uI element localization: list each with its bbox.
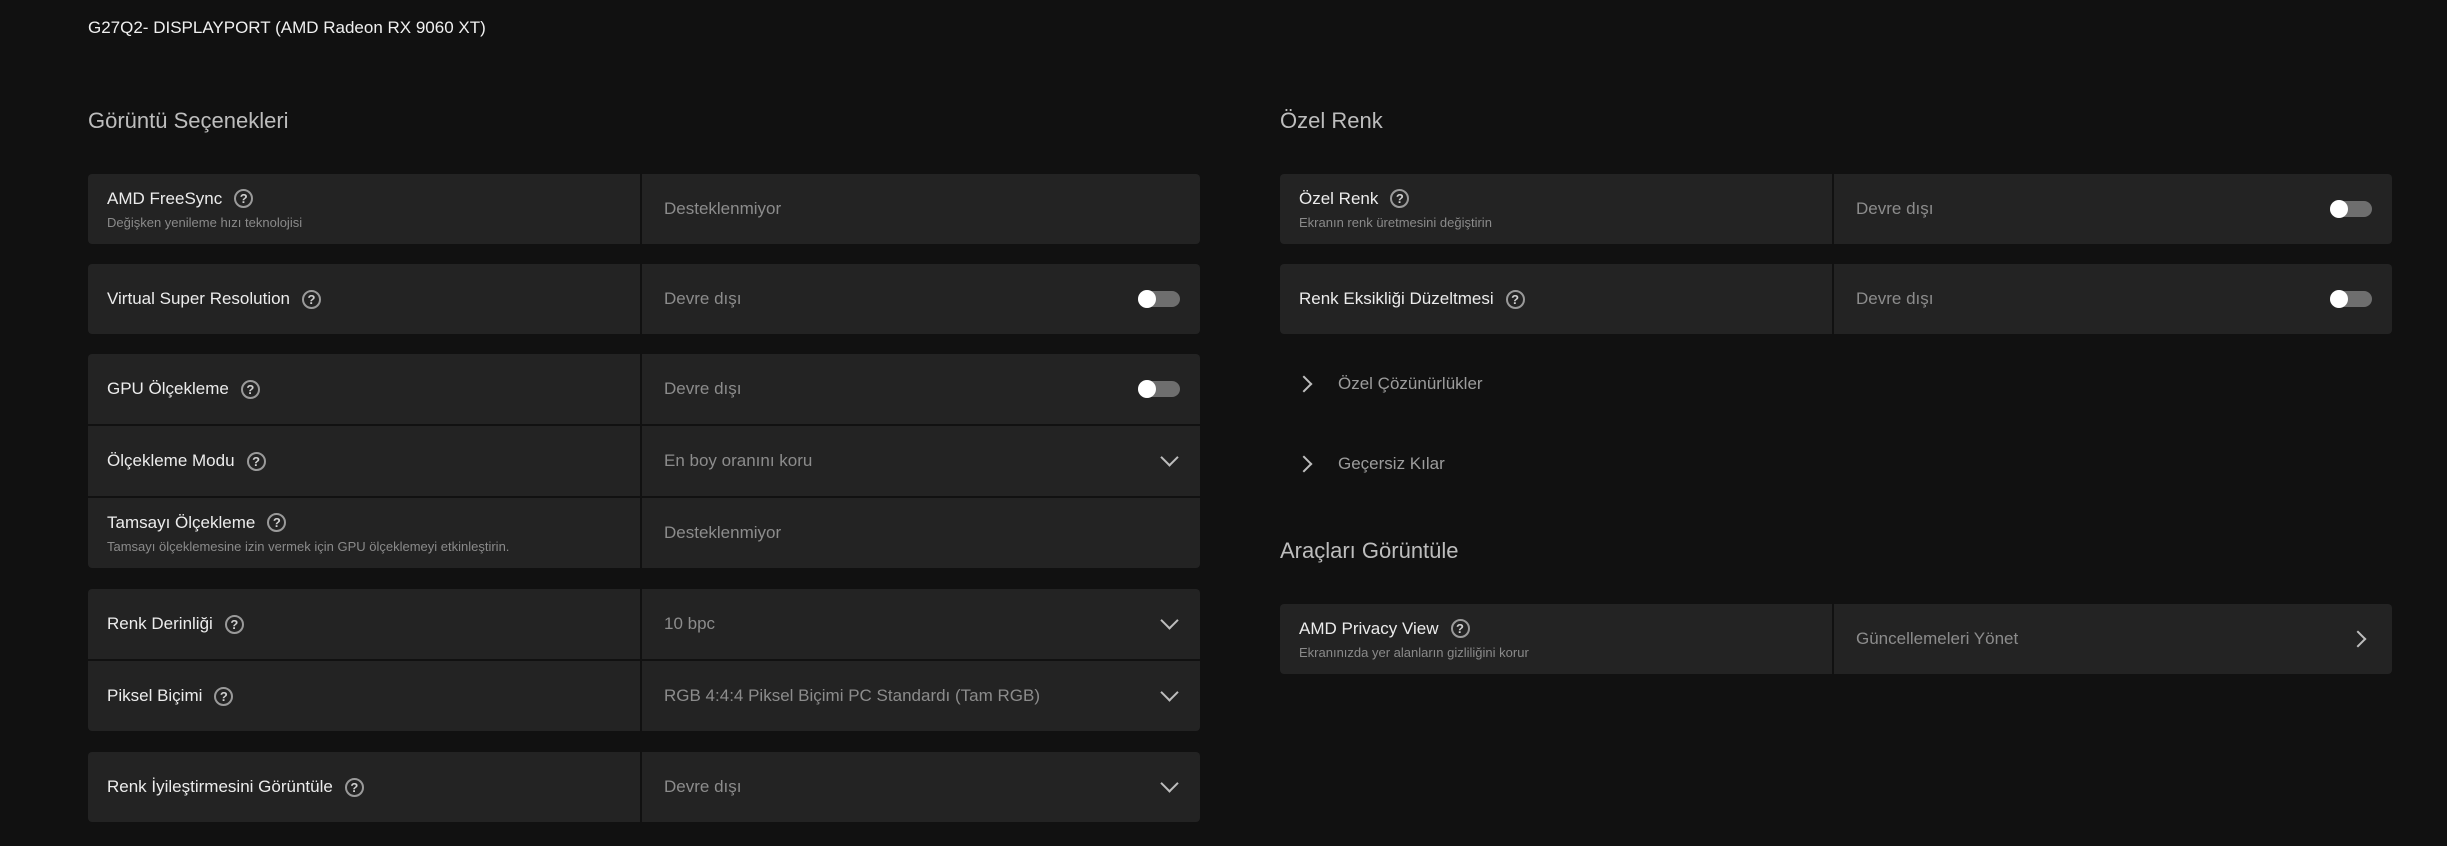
freesync-label: AMD FreeSync <box>107 188 223 208</box>
chevron-right-icon <box>1295 375 1313 393</box>
custom-color-label: Özel Renk <box>1299 188 1379 208</box>
scaling-mode-dropdown[interactable]: En boy oranını koru <box>642 426 1200 496</box>
scaling-mode-label: Ölçekleme Modu <box>107 451 235 470</box>
integer-scaling-description: Tamsayı ölçeklemesine izin vermek için G… <box>107 538 510 554</box>
pixel-format-label: Piksel Biçimi <box>107 686 203 705</box>
custom-color-description: Ekranın renk üretmesini değiştirin <box>1299 214 1492 230</box>
privacy-view-value: Güncellemeleri Yönet <box>1856 629 2019 648</box>
pixel-format-value: RGB 4:4:4 Piksel Biçimi PC Standardı (Ta… <box>664 686 1041 705</box>
color-deficiency-value: Devre dışı <box>1856 289 1934 308</box>
vsr-group: Virtual Super Resolution? Devre dışı <box>88 264 1200 334</box>
pixel-format-row: Piksel Biçimi? RGB 4:4:4 Piksel Biçimi P… <box>88 661 1200 731</box>
chevron-down-icon <box>1160 448 1179 467</box>
gpu-scaling-row: GPU Ölçekleme? Devre dışı <box>88 354 1200 424</box>
integer-scaling-label: Tamsayı Ölçekleme <box>107 512 256 532</box>
question-circle-icon[interactable]: ? <box>302 289 322 309</box>
custom-resolutions-label: Özel Çözünürlükler <box>1338 374 1483 393</box>
color-deficiency-group: Renk Eksikliği Düzeltmesi? Devre dışı <box>1280 264 2392 334</box>
color-depth-label: Renk Derinliği <box>107 614 213 633</box>
color-deficiency-row: Renk Eksikliği Düzeltmesi? Devre dışı <box>1280 264 2392 334</box>
scaling-mode-value: En boy oranını koru <box>664 451 813 470</box>
privacy-view-label: AMD Privacy View <box>1299 618 1439 638</box>
chevron-down-icon <box>1160 611 1179 630</box>
color-format-group: Renk Derinliği? 10 bpc Piksel Biçimi? RG… <box>88 589 1200 731</box>
vsr-label: Virtual Super Resolution <box>107 289 291 308</box>
device-title: G27Q2- DISPLAYPORT (AMD Radeon RX 9060 X… <box>88 18 486 37</box>
privacy-view-description: Ekranınızda yer alanların gizliliğini ko… <box>1299 644 1529 660</box>
scaling-group: GPU Ölçekleme? Devre dışı Ölçekleme Modu… <box>88 354 1200 568</box>
question-circle-icon[interactable]: ? <box>1505 289 1525 309</box>
custom-color-group: Özel Renk? Ekranın renk üretmesini değiş… <box>1280 174 2392 244</box>
freesync-group: AMD FreeSync? Değişken yenileme hızı tek… <box>88 174 1200 244</box>
freesync-value: Desteklenmiyor <box>664 199 782 218</box>
color-enhance-group: Renk İyileştirmesini Görüntüle? Devre dı… <box>88 752 1200 822</box>
question-circle-icon[interactable]: ? <box>267 513 287 532</box>
chevron-down-icon <box>1160 774 1179 793</box>
overrides-expander[interactable]: Geçersiz Kılar <box>1280 452 1445 476</box>
custom-color-title: Özel Renk <box>1280 108 1383 133</box>
question-circle-icon[interactable]: ? <box>224 614 244 634</box>
color-depth-dropdown[interactable]: 10 bpc <box>642 589 1200 659</box>
chevron-down-icon <box>1160 683 1179 702</box>
custom-color-value: Devre dışı <box>1856 199 1934 218</box>
chevron-right-icon <box>1295 455 1313 473</box>
question-circle-icon[interactable]: ? <box>344 777 364 797</box>
privacy-view-group: AMD Privacy View? Ekranınızda yer alanla… <box>1280 604 2392 674</box>
custom-resolutions-expander[interactable]: Özel Çözünürlükler <box>1280 372 1483 396</box>
question-circle-icon[interactable]: ? <box>246 451 266 471</box>
color-enhance-value: Devre dışı <box>664 777 742 796</box>
question-circle-icon[interactable]: ? <box>240 379 260 399</box>
question-circle-icon[interactable]: ? <box>1450 619 1470 638</box>
color-deficiency-label: Renk Eksikliği Düzeltmesi <box>1299 289 1494 308</box>
integer-scaling-row: Tamsayı Ölçekleme? Tamsayı ölçeklemesine… <box>88 498 1200 568</box>
gpu-scaling-toggle[interactable] <box>1138 380 1180 398</box>
privacy-view-row[interactable]: AMD Privacy View? Ekranınızda yer alanla… <box>1280 604 2392 674</box>
vsr-row: Virtual Super Resolution? Devre dışı <box>88 264 1200 334</box>
display-options-title: Görüntü Seçenekleri <box>88 108 289 133</box>
display-tools-title: Araçları Görüntüle <box>1280 538 1459 563</box>
question-circle-icon[interactable]: ? <box>214 686 234 706</box>
color-depth-row: Renk Derinliği? 10 bpc <box>88 589 1200 659</box>
gpu-scaling-label: GPU Ölçekleme <box>107 379 229 398</box>
scaling-mode-row: Ölçekleme Modu? En boy oranını koru <box>88 426 1200 496</box>
question-circle-icon[interactable]: ? <box>234 189 254 208</box>
question-circle-icon[interactable]: ? <box>1390 189 1410 208</box>
color-depth-value: 10 bpc <box>664 614 716 633</box>
freesync-description: Değişken yenileme hızı teknolojisi <box>107 214 303 230</box>
freesync-row: AMD FreeSync? Değişken yenileme hızı tek… <box>88 174 1200 244</box>
integer-scaling-value: Desteklenmiyor <box>664 523 782 542</box>
color-deficiency-toggle[interactable] <box>2330 290 2372 308</box>
custom-color-toggle[interactable] <box>2330 200 2372 218</box>
color-enhance-row: Renk İyileştirmesini Görüntüle? Devre dı… <box>88 752 1200 822</box>
color-enhance-label: Renk İyileştirmesini Görüntüle <box>107 777 333 796</box>
manage-updates-link[interactable]: Güncellemeleri Yönet <box>1834 604 2392 674</box>
vsr-toggle[interactable] <box>1138 290 1180 308</box>
custom-color-row: Özel Renk? Ekranın renk üretmesini değiş… <box>1280 174 2392 244</box>
pixel-format-dropdown[interactable]: RGB 4:4:4 Piksel Biçimi PC Standardı (Ta… <box>642 661 1200 731</box>
chevron-right-icon <box>2349 630 2367 648</box>
overrides-label: Geçersiz Kılar <box>1338 454 1445 473</box>
vsr-value: Devre dışı <box>664 289 742 308</box>
gpu-scaling-value: Devre dışı <box>664 379 742 398</box>
color-enhance-dropdown[interactable]: Devre dışı <box>642 752 1200 822</box>
